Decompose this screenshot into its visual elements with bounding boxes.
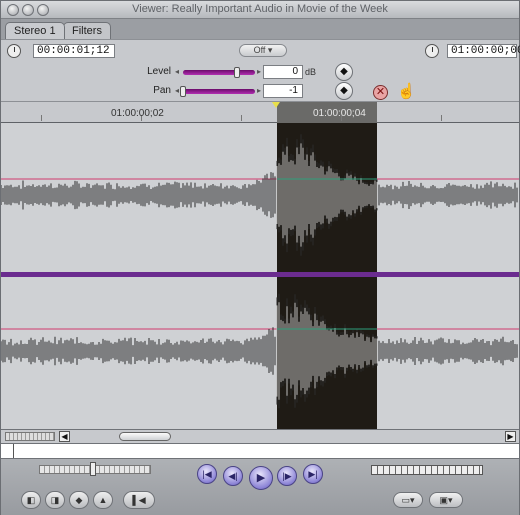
hand-grab-icon[interactable]: ☝ [397, 82, 416, 100]
level-decrease-arrow-icon[interactable]: ◂ [175, 67, 179, 76]
clock-icon [7, 44, 21, 58]
add-keyframe-icon[interactable]: ◆ [69, 491, 89, 509]
level-slider-thumb[interactable] [234, 67, 240, 78]
scrubber-playhead[interactable] [13, 444, 14, 458]
tab-stereo-1[interactable]: Stereo 1 [5, 22, 65, 39]
tab-filters[interactable]: Filters [63, 22, 111, 39]
title-bar[interactable]: Viewer: Really Important Audio in Movie … [1, 1, 519, 19]
view-mode-popup[interactable]: ▣▾ [429, 492, 463, 508]
scroll-left-arrow-icon[interactable]: ◀ [59, 431, 70, 442]
pan-increase-arrow-icon[interactable]: ▸ [257, 86, 261, 95]
playhead-sync-popup[interactable]: ▭▾ [393, 492, 423, 508]
ruler-label: 01:00:00;02 [111, 108, 164, 119]
horizontal-scrollbar[interactable]: ◀ ▶ [1, 429, 519, 443]
waveform-channel-2 [1, 293, 518, 409]
waveform-svg [1, 123, 519, 429]
x-icon[interactable]: ✕ [373, 85, 388, 100]
duration-timecode-field[interactable]: 01:00:00;00 [447, 44, 520, 58]
level-label: Level [147, 66, 171, 77]
keyframe-diamond-icon[interactable]: ◆ [335, 82, 353, 100]
level-increase-arrow-icon[interactable]: ▸ [257, 67, 261, 76]
step-forward-icon[interactable]: |▶ [277, 466, 297, 486]
level-slider[interactable] [183, 70, 255, 75]
shuttle-thumb[interactable] [90, 462, 96, 476]
scrubber-bar[interactable] [1, 443, 519, 459]
scroll-right-arrow-icon[interactable]: ▶ [505, 431, 516, 442]
mark-in-icon[interactable]: ◧ [21, 491, 41, 509]
match-frame-icon[interactable]: ▌◀ [123, 491, 155, 509]
pan-decrease-arrow-icon[interactable]: ◂ [175, 86, 179, 95]
play-icon[interactable]: ▶ [249, 466, 273, 490]
mark-clip-icon[interactable]: ▲ [93, 491, 113, 509]
tab-bar: Stereo 1 Filters [1, 19, 519, 39]
go-to-out-icon[interactable]: ▶| [303, 464, 323, 484]
go-to-in-icon[interactable]: |◀ [197, 464, 217, 484]
mark-out-icon[interactable]: ◨ [45, 491, 65, 509]
scroll-thumb[interactable] [119, 432, 171, 441]
pan-value-field[interactable]: -1 [263, 84, 303, 98]
off-popup-button[interactable]: Off ▾ [239, 44, 287, 57]
level-value-field[interactable]: 0 [263, 65, 303, 79]
channel-divider [1, 272, 519, 277]
clock-icon [425, 44, 439, 58]
pan-slider[interactable] [183, 89, 255, 94]
ruler-label: 01:00:00;04 [313, 108, 366, 119]
window-title: Viewer: Really Important Audio in Movie … [132, 3, 388, 15]
level-unit: dB [305, 67, 317, 77]
playhead-marker[interactable] [272, 102, 280, 108]
timecode-ruler[interactable]: 01:00:00;02 01:00:00;04 [1, 101, 519, 123]
pan-label: Pan [153, 85, 171, 96]
waveform-channel-1 [1, 134, 518, 256]
current-timecode-field[interactable]: 00:00:01;12 [33, 44, 115, 58]
zoom-slider[interactable] [5, 432, 55, 441]
pan-slider-thumb[interactable] [180, 86, 186, 97]
waveform-area[interactable] [1, 123, 519, 429]
audio-header: 00:00:01;12 Off ▾ 01:00:00;00 Level ◂ ▸ … [1, 39, 520, 101]
step-back-icon[interactable]: ◀| [223, 466, 243, 486]
jog-wheel[interactable] [371, 465, 483, 475]
off-label: Off [253, 45, 266, 55]
transport-controls: |◀ ◀| ▶ |▶ ▶| ◧ ◨ ◆ ▲ ▌◀ ▭▾ ▣▾ [1, 459, 519, 515]
keyframe-diamond-icon[interactable]: ◆ [335, 63, 353, 81]
viewer-window: Viewer: Really Important Audio in Movie … [0, 0, 520, 515]
